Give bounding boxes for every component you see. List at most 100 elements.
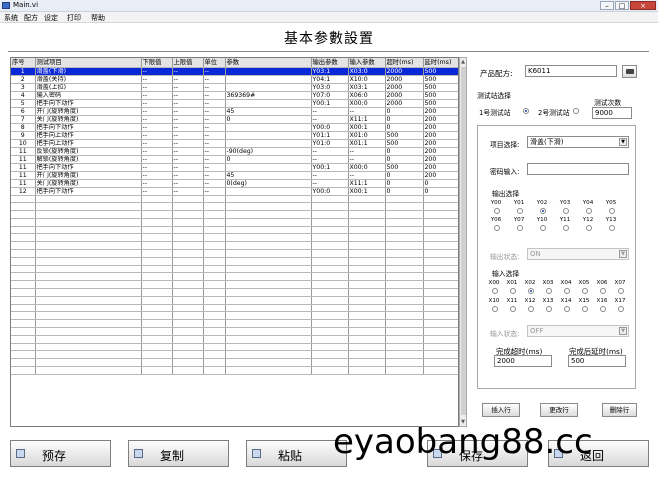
table-cell[interactable]: Y00:1 [311,163,349,172]
table-cell[interactable] [348,233,386,243]
table-cell[interactable]: -- [203,91,226,100]
table-cell[interactable] [203,304,226,313]
table-cell[interactable] [225,296,312,305]
table-cell[interactable]: X06:0 [348,91,386,100]
table-cell[interactable] [225,123,312,132]
scroll-thumb[interactable] [461,67,466,415]
table-cell[interactable] [311,233,349,243]
table-cell[interactable] [225,99,312,108]
table-cell[interactable]: 200 [423,139,458,148]
table-cell[interactable] [225,311,312,321]
table-cell[interactable] [35,241,142,251]
table-cell[interactable]: X11:1 [348,179,386,188]
input-radio[interactable] [582,306,588,312]
table-cell[interactable] [225,83,312,92]
table-cell[interactable] [35,311,142,321]
table-cell[interactable]: 2000 [385,99,424,108]
table-cell[interactable]: -- [172,115,204,124]
table-cell[interactable] [423,226,458,235]
table-row-empty[interactable] [11,288,458,297]
table-cell[interactable] [11,366,36,375]
table-row-empty[interactable] [11,249,458,258]
table-cell[interactable]: -- [141,131,173,140]
table-cell[interactable] [172,257,204,266]
table-cell[interactable] [225,202,312,212]
table-cell[interactable] [141,350,173,360]
table-cell[interactable] [385,226,424,235]
table-cell[interactable] [348,272,386,282]
table-cell[interactable] [423,265,458,274]
table-cell[interactable]: -- [203,163,226,172]
column-header[interactable]: 参数 [225,58,312,68]
table-cell[interactable]: -- [172,187,204,196]
table-cell[interactable] [35,319,142,329]
table-cell[interactable]: 滑盖(上拉) [35,83,142,92]
table-cell[interactable] [11,358,36,368]
table-cell[interactable] [225,249,312,258]
table-cell[interactable] [11,195,36,204]
table-cell[interactable]: -- [172,75,204,84]
table-cell[interactable]: -- [203,139,226,148]
table-cell[interactable] [35,350,142,360]
table-cell[interactable]: -- [172,171,204,180]
scroll-up-icon[interactable]: ▲ [460,58,466,66]
table-cell[interactable] [311,218,349,227]
table-row-empty[interactable] [11,311,458,321]
table-row-empty[interactable] [11,265,458,274]
input-radio[interactable] [582,288,588,294]
table-cell[interactable] [423,280,458,290]
table-cell[interactable] [203,257,226,266]
table-cell[interactable] [348,218,386,227]
input-radio[interactable] [546,288,552,294]
table-cell[interactable] [225,335,312,344]
table-cell[interactable] [311,202,349,212]
table-cell[interactable] [35,366,142,375]
table-cell[interactable]: -- [311,171,349,180]
input-radio[interactable] [528,306,534,312]
table-cell[interactable] [11,202,36,212]
table-cell[interactable] [11,226,36,235]
table-cell[interactable] [141,210,173,219]
table-row-empty[interactable] [11,304,458,313]
table-cell[interactable] [225,131,312,140]
table-cell[interactable] [385,195,424,204]
table-cell[interactable] [385,366,424,375]
table-cell[interactable]: -- [141,107,173,116]
table-cell[interactable]: 把手向下动作 [35,123,142,132]
table-cell[interactable] [11,343,36,352]
table-cell[interactable]: -- [203,155,226,164]
output-radio[interactable] [540,225,546,231]
table-cell[interactable] [225,218,312,227]
table-cell[interactable] [423,202,458,212]
table-cell[interactable] [203,319,226,329]
table-cell[interactable]: 500 [423,91,458,100]
table-cell[interactable] [311,319,349,329]
table-cell[interactable]: -- [141,123,173,132]
table-cell[interactable]: X10:0 [348,75,386,84]
table-cell[interactable]: -- [172,131,204,140]
table-cell[interactable] [203,335,226,344]
table-cell[interactable] [141,272,173,282]
table-cell[interactable] [35,218,142,227]
table-cell[interactable] [423,304,458,313]
table-cell[interactable] [141,218,173,227]
column-header[interactable]: 上限值 [172,58,204,68]
table-cell[interactable]: 滑盖(关持) [35,75,142,84]
table-cell[interactable]: Y07:0 [311,91,349,100]
table-cell[interactable] [225,195,312,204]
table-row[interactable]: 2 滑盖(关持) -- -- -- Y04:1 X10:0 2000 500 [11,75,458,84]
table-cell[interactable] [311,226,349,235]
table-cell[interactable] [203,280,226,290]
open-folder-button[interactable] [622,65,637,78]
table-cell[interactable] [172,280,204,290]
table-cell[interactable]: 200 [423,115,458,124]
table-cell[interactable] [348,327,386,336]
table-cell[interactable]: X11:1 [348,115,386,124]
copy-button[interactable]: 复制 [128,440,229,467]
table-cell[interactable]: -- [141,139,173,148]
table-cell[interactable]: -- [203,187,226,196]
table-cell[interactable]: 0 [225,115,312,124]
table-cell[interactable] [172,218,204,227]
table-cell[interactable] [348,350,386,360]
table-cell[interactable] [225,280,312,290]
